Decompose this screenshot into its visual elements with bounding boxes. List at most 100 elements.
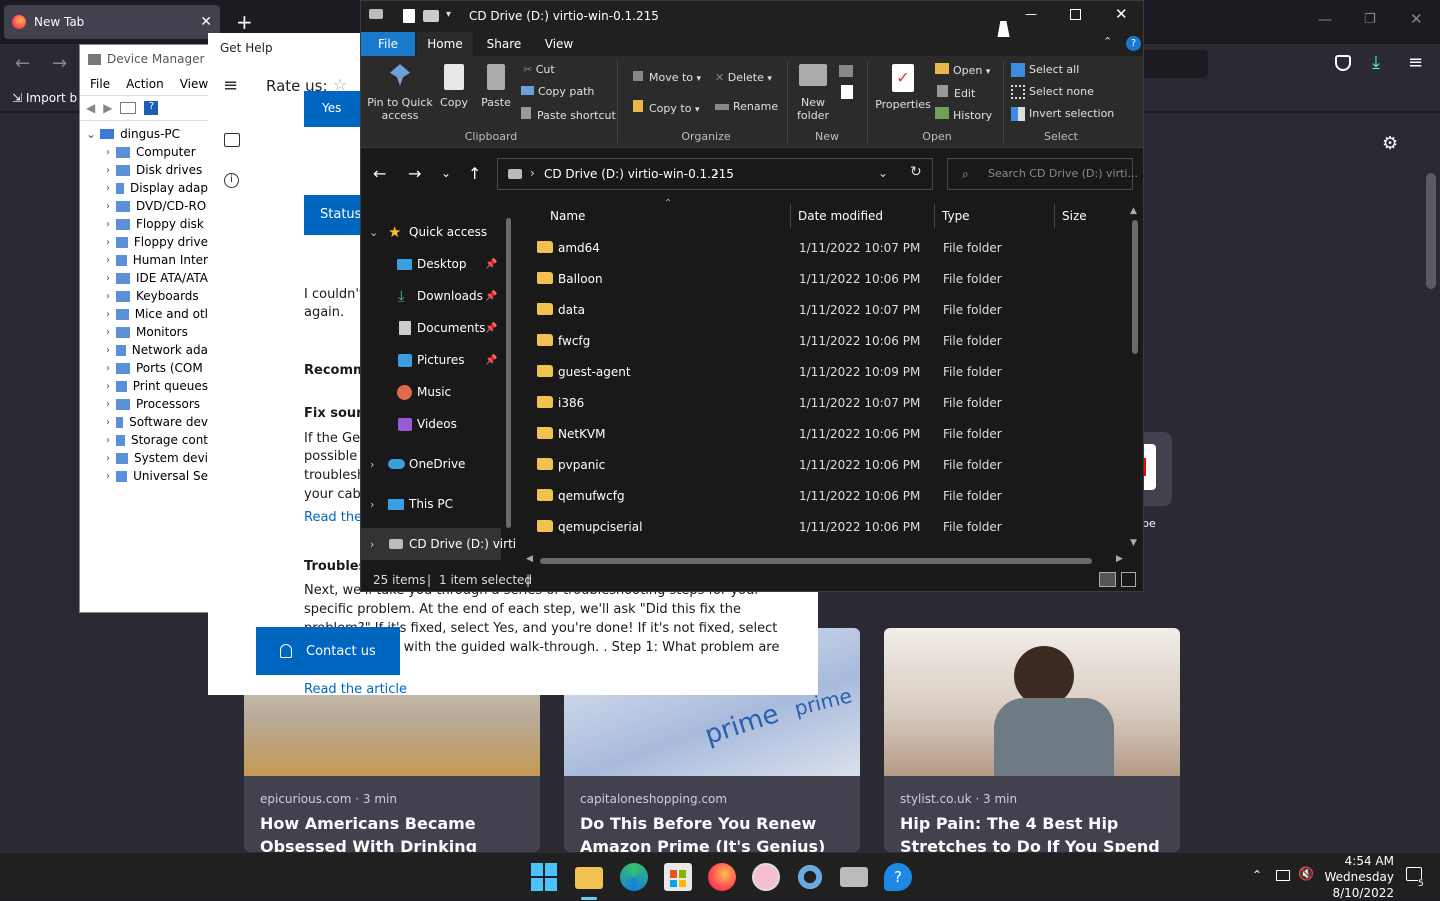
network-icon[interactable] — [1276, 870, 1290, 881]
download-icon[interactable]: ⤓ — [1372, 52, 1380, 73]
search-box[interactable]: ⌕ Search CD Drive (D:) virti... — [947, 158, 1138, 190]
menu-action[interactable]: Action — [126, 77, 164, 91]
file-row[interactable]: qemupciserial 1/11/2022 10:06 PM File fold… — [531, 511, 1121, 542]
column-name[interactable]: Name — [550, 209, 585, 223]
close-tab-icon[interactable]: ✕ — [200, 14, 212, 30]
nav-pictures[interactable]: Pictures 📌 — [361, 344, 497, 376]
address-dropdown-icon[interactable]: ⌄ — [878, 166, 888, 180]
nav-forward-icon[interactable]: → — [408, 164, 421, 183]
file-row[interactable]: pvpanic 1/11/2022 10:06 PM File folder — [531, 449, 1121, 480]
select-none-button[interactable]: Select none — [1011, 85, 1094, 99]
nav-onedrive[interactable]: › OneDrive — [361, 448, 496, 480]
delete-button[interactable]: ✕ Delete ▾ — [715, 71, 772, 84]
new-folder-qa-icon[interactable] — [423, 10, 439, 22]
large-icons-view-icon[interactable] — [1121, 572, 1136, 587]
device-category[interactable]: › Software dev — [80, 413, 208, 431]
ribbon-tab-view[interactable]: View — [537, 32, 581, 56]
move-to-button[interactable]: Move to ▾ — [633, 71, 701, 84]
volume-icon[interactable]: 🔇 — [1298, 867, 1314, 882]
recent-locations-icon[interactable]: ⌄ — [441, 166, 451, 180]
nav-desktop[interactable]: Desktop 📌 — [361, 248, 497, 280]
menu-icon[interactable]: ≡ — [1408, 52, 1423, 73]
cut-button[interactable]: ✂ Cut — [523, 63, 555, 76]
menu-file[interactable]: File — [90, 77, 110, 91]
device-category[interactable]: › Ports (COM — [80, 359, 208, 377]
nav-back-icon[interactable]: ← — [373, 164, 386, 183]
file-row[interactable]: data 1/11/2022 10:07 PM File folder — [531, 294, 1121, 325]
paint-icon[interactable] — [752, 863, 780, 891]
nav-downloads[interactable]: ⤓ Downloads 📌 — [361, 280, 497, 312]
status-button[interactable]: Status — [304, 195, 364, 235]
ribbon-tab-share[interactable]: Share — [479, 32, 529, 56]
device-category[interactable]: › Mice and otl — [80, 305, 208, 323]
qa-dropdown-icon[interactable]: ▾ — [446, 9, 451, 20]
column-type[interactable]: Type — [942, 209, 970, 223]
settings-gear-icon[interactable]: ⚙ — [1382, 133, 1398, 154]
device-manager-taskbar-icon[interactable] — [840, 867, 868, 887]
refresh-icon[interactable]: ↻ — [910, 164, 922, 180]
get-help-taskbar-icon[interactable]: ? — [884, 863, 912, 891]
contact-us-button[interactable]: Contact us — [256, 627, 400, 675]
copy-button[interactable]: Copy — [437, 64, 471, 109]
firefox-restore-icon[interactable]: ❐ — [1364, 12, 1376, 27]
history-button[interactable]: History — [935, 107, 992, 122]
minimize-icon[interactable]: — — [1025, 7, 1037, 21]
ribbon-collapse-icon[interactable]: ⌃ — [1103, 35, 1112, 48]
edge-icon[interactable] — [620, 863, 648, 891]
paste-shortcut-button[interactable]: Paste shortcut — [521, 107, 616, 122]
properties-qa-icon[interactable] — [403, 9, 415, 23]
tree-root[interactable]: ⌄ dingus-PC — [80, 125, 208, 143]
settings-taskbar-icon[interactable] — [796, 863, 824, 891]
new-folder-button[interactable]: New folder — [793, 64, 833, 122]
copy-to-button[interactable]: Copy to ▾ — [633, 100, 699, 115]
open-button[interactable]: Open ▾ — [935, 63, 990, 77]
properties-button[interactable]: ✓ Properties — [875, 64, 931, 111]
clock[interactable]: 4:54 AM Wednesday 8/10/2022 — [1318, 853, 1394, 901]
menu-view[interactable]: View — [180, 77, 208, 91]
rename-button[interactable]: Rename — [715, 100, 778, 113]
firefox-close-icon[interactable]: ✕ — [1410, 10, 1423, 28]
device-category[interactable]: › Disk drives — [80, 161, 208, 179]
read-the-link[interactable]: Read the — [304, 510, 362, 525]
hamburger-icon[interactable]: ≡ — [223, 75, 238, 96]
maximize-icon[interactable] — [1070, 9, 1081, 20]
details-view-icon[interactable] — [1099, 572, 1116, 587]
easy-access-icon[interactable] — [841, 85, 853, 99]
file-row[interactable]: amd64 1/11/2022 10:07 PM File folder — [531, 232, 1121, 263]
device-category[interactable]: › Processors — [80, 395, 208, 413]
file-row[interactable]: fwcfg 1/11/2022 10:06 PM File folder — [531, 325, 1121, 356]
column-date-modified[interactable]: Date modified — [798, 209, 883, 223]
nav-pane-scrollbar[interactable] — [501, 204, 515, 565]
device-category[interactable]: › IDE ATA/ATA — [80, 269, 208, 287]
start-icon[interactable] — [531, 863, 559, 891]
help-icon[interactable]: ? — [1126, 36, 1141, 51]
new-tab-button[interactable]: + — [236, 10, 253, 34]
device-category[interactable]: › DVD/CD-RO — [80, 197, 208, 215]
device-category[interactable]: › Floppy disk — [80, 215, 208, 233]
device-category[interactable]: › Computer — [80, 143, 208, 161]
file-row[interactable]: Balloon 1/11/2022 10:06 PM File folder — [531, 263, 1121, 294]
firefox-tab[interactable]: New Tab ✕ — [4, 5, 220, 39]
info-icon[interactable]: i — [224, 173, 239, 188]
device-category[interactable]: › System devi — [80, 449, 208, 467]
back-arrow-icon[interactable]: ← — [15, 53, 30, 74]
tray-chevron-icon[interactable]: ⌃ — [1252, 868, 1262, 882]
properties-icon[interactable] — [120, 102, 137, 114]
ribbon-tab-file[interactable]: File — [361, 32, 415, 56]
file-row[interactable]: NetKVM 1/11/2022 10:06 PM File folder — [531, 418, 1121, 449]
yes-button[interactable]: Yes — [304, 91, 360, 127]
url-bar[interactable] — [1140, 50, 1208, 78]
device-category[interactable]: › Monitors — [80, 323, 208, 341]
nav-up-icon[interactable]: ↑ — [468, 164, 481, 183]
store-icon[interactable] — [664, 863, 692, 891]
select-all-button[interactable]: Select all — [1011, 63, 1079, 77]
nav-documents[interactable]: Documents 📌 — [361, 312, 497, 344]
device-category[interactable]: › Storage cont — [80, 431, 208, 449]
invert-selection-button[interactable]: Invert selection — [1011, 107, 1114, 121]
device-category[interactable]: › Keyboards — [80, 287, 208, 305]
nav-videos[interactable]: Videos — [361, 408, 496, 440]
file-row[interactable]: i386 1/11/2022 10:07 PM File folder — [531, 387, 1121, 418]
device-category[interactable]: › Universal Se — [80, 467, 208, 485]
nav-quick-access[interactable]: ⌄ ★ Quick access — [361, 216, 496, 248]
firefox-minimize-icon[interactable]: — — [1318, 12, 1332, 28]
